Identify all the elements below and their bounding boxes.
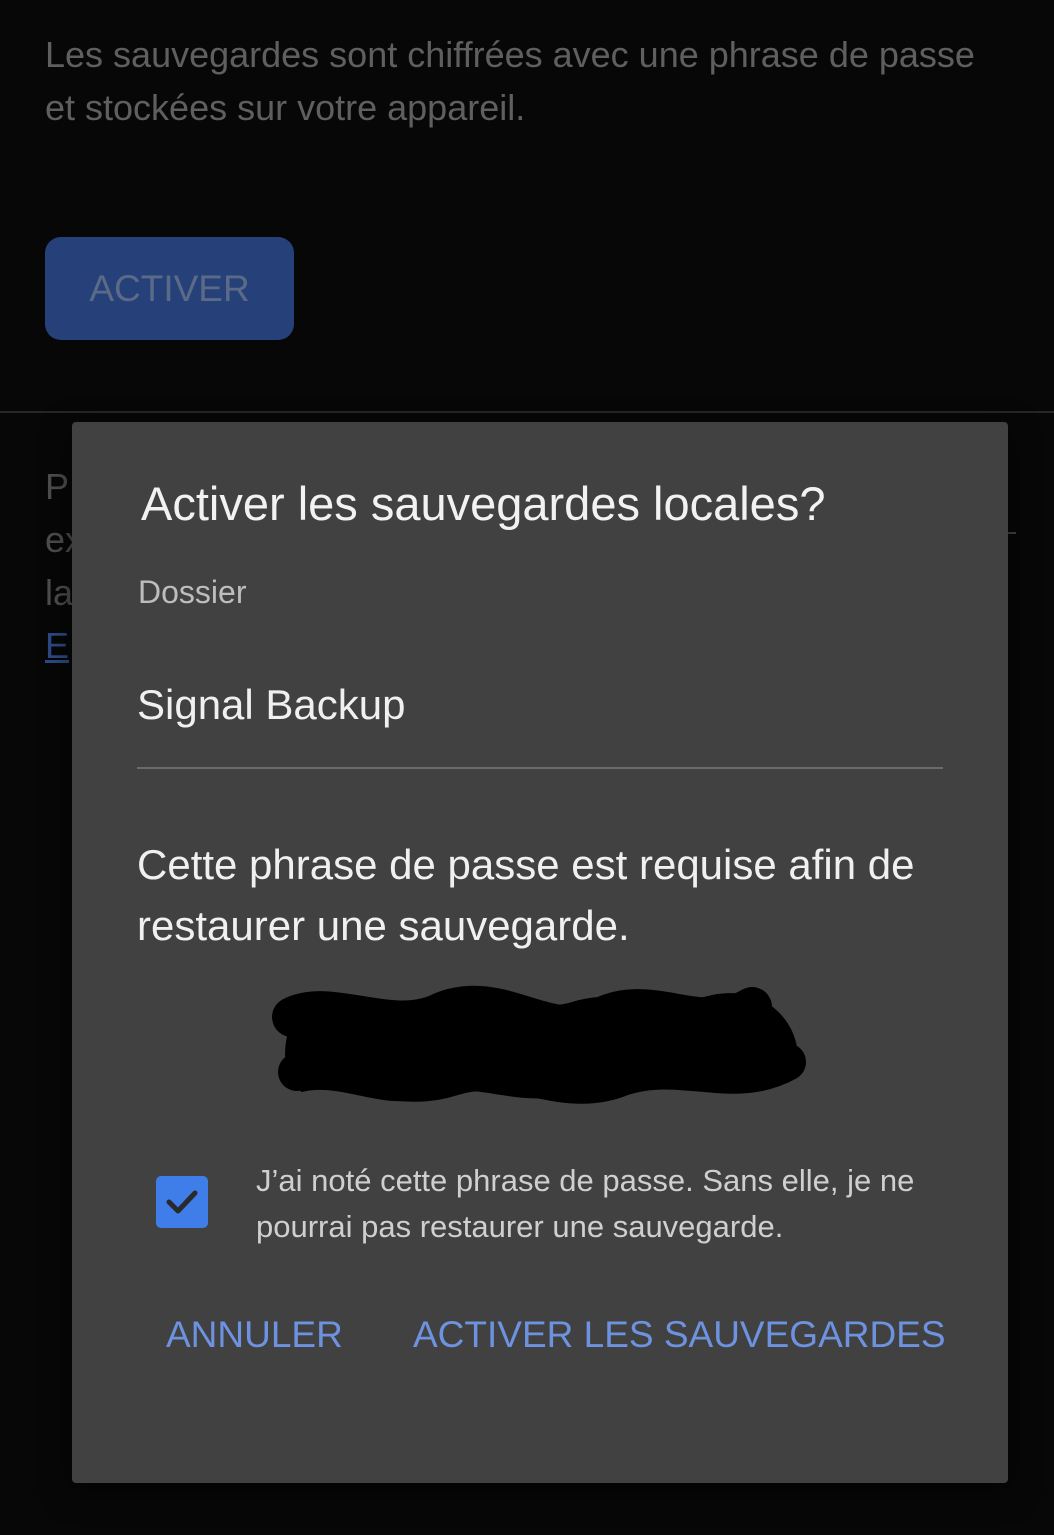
backup-description: Les sauvegardes sont chiffrées avec une …	[45, 34, 975, 128]
passphrase-display	[272, 977, 812, 1117]
passphrase-info-text: Cette phrase de passe est requise afin d…	[137, 841, 915, 949]
acknowledge-label: J’ai noté cette phrase de passe. Sans el…	[256, 1163, 915, 1244]
screen: Les sauvegardes sont chiffrées avec une …	[0, 0, 1054, 1535]
folder-label: Dossier	[138, 574, 247, 610]
activate-backups-button[interactable]: ACTIVER LES SAUVEGARDES	[413, 1312, 946, 1358]
section-divider	[0, 411, 1054, 413]
acknowledge-row[interactable]: J’ai noté cette phrase de passe. Sans el…	[156, 1160, 936, 1256]
check-icon	[166, 1190, 198, 1214]
enable-backups-button[interactable]: ACTIVER	[45, 237, 294, 340]
dialog-actions: ANNULER ACTIVER LES SAUVEGARDES	[72, 1312, 1008, 1372]
cancel-button[interactable]: ANNULER	[166, 1312, 343, 1358]
dialog-title: Activer les sauvegardes locales?	[141, 477, 826, 530]
background-divider-fragment	[1008, 532, 1016, 534]
background-text-line-3: la	[45, 572, 74, 613]
background-text-line-1: P	[45, 466, 70, 507]
enable-local-backups-dialog: Activer les sauvegardes locales? Dossier…	[72, 422, 1008, 1483]
acknowledge-checkbox[interactable]	[156, 1176, 208, 1228]
redaction-scribble	[272, 985, 806, 1104]
background-link[interactable]: E	[45, 619, 69, 672]
folder-field[interactable]: Signal Backup	[137, 670, 943, 769]
